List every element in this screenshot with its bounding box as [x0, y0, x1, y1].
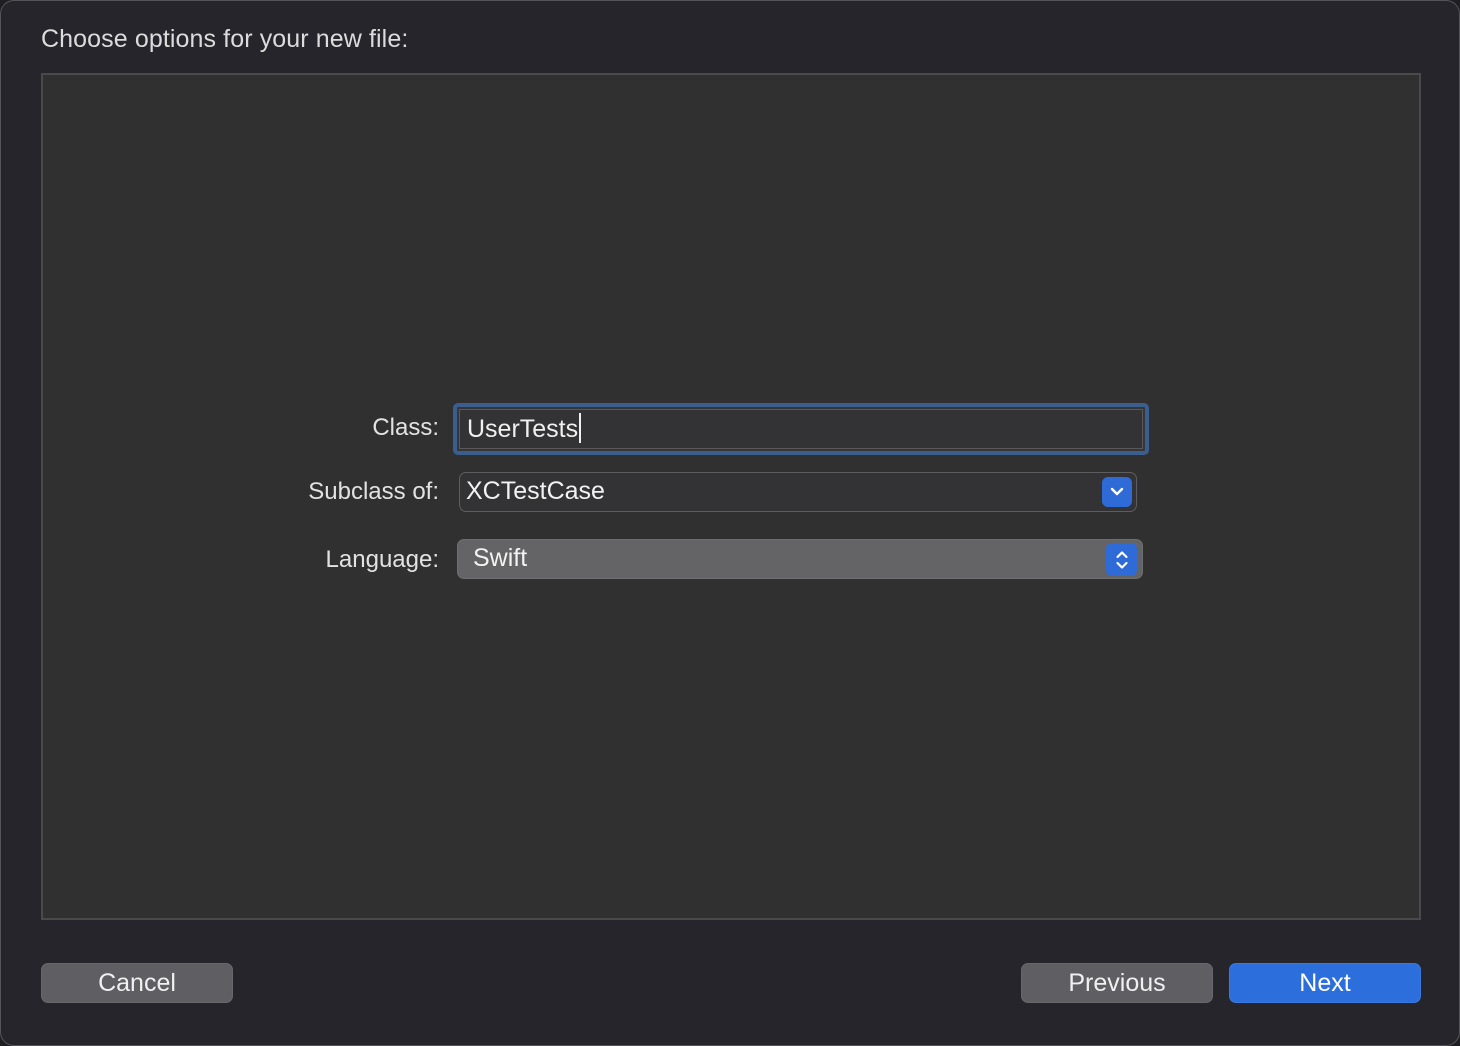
language-popup[interactable]: Swift	[457, 539, 1143, 579]
next-button[interactable]: Next	[1229, 963, 1421, 1003]
new-file-options-dialog: Choose options for your new file: Class:…	[0, 0, 1460, 1046]
text-caret	[579, 413, 582, 444]
previous-button[interactable]: Previous	[1021, 963, 1213, 1003]
class-label: Class:	[372, 414, 439, 441]
language-label: Language:	[325, 546, 439, 573]
class-name-value: UserTests	[467, 415, 579, 443]
language-value: Swift	[473, 544, 528, 572]
class-name-input[interactable]: UserTests	[453, 403, 1149, 455]
subclass-popup[interactable]: XCTestCase	[459, 472, 1137, 512]
class-name-input-text[interactable]: UserTests	[459, 409, 1143, 449]
chevron-down-icon[interactable]	[1102, 477, 1132, 507]
cancel-button[interactable]: Cancel	[41, 963, 233, 1003]
up-down-chevron-icon[interactable]	[1106, 543, 1137, 576]
subclass-label: Subclass of:	[308, 478, 439, 505]
subclass-value: XCTestCase	[466, 477, 605, 505]
dialog-title: Choose options for your new file:	[41, 25, 409, 53]
